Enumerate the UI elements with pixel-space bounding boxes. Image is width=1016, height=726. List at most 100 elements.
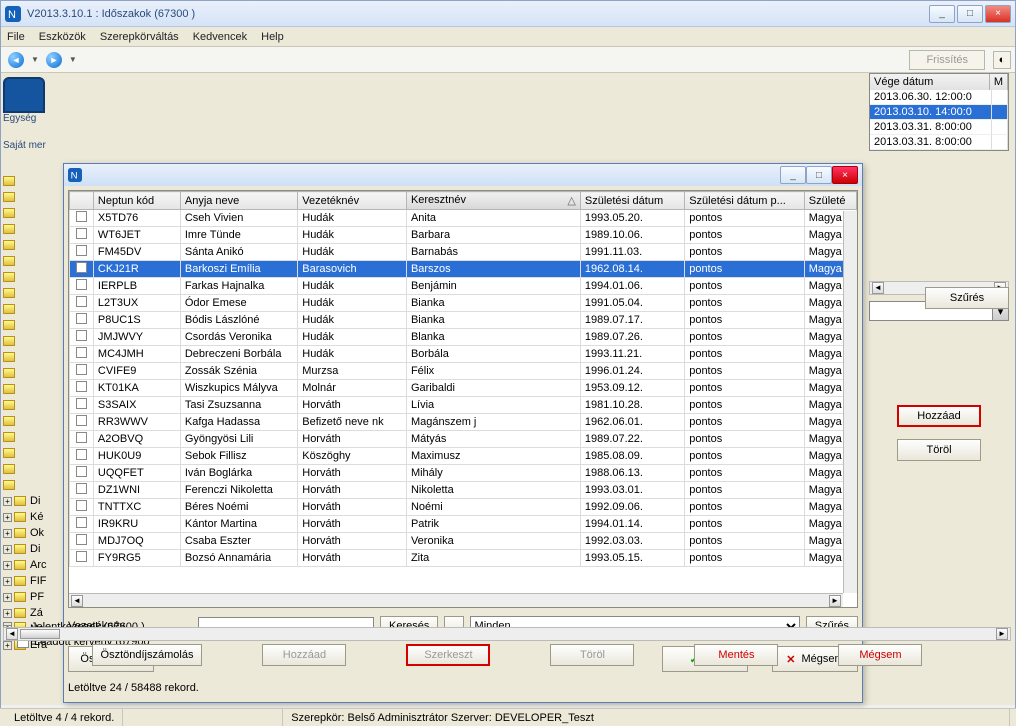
row-checkbox[interactable] <box>70 499 94 516</box>
grid-header[interactable]: Születési dátum p... <box>685 192 805 210</box>
row-checkbox[interactable] <box>70 227 94 244</box>
oszt-button[interactable]: Ösztöndíjszámolás <box>92 644 203 666</box>
table-row[interactable]: RR3WWVKafga HadassaBefizető neve nkMagán… <box>70 414 857 431</box>
row-checkbox[interactable] <box>70 533 94 550</box>
table-row[interactable]: IERPLBFarkas HajnalkaHudákBenjámin1994.0… <box>70 278 857 295</box>
table-row[interactable]: X5TD76Cseh VivienHudákAnita1993.05.20.po… <box>70 210 857 227</box>
periods-grid[interactable]: Vége dátum M 2013.06.30. 12:00:02013.03.… <box>869 73 1009 151</box>
row-checkbox[interactable] <box>70 482 94 499</box>
megsem-bottom-button[interactable]: Mégsem <box>838 644 922 666</box>
grid-header[interactable]: Anyja neve <box>180 192 297 210</box>
row-checkbox[interactable] <box>70 380 94 397</box>
grid-header[interactable] <box>70 192 94 210</box>
tree-expander[interactable]: + <box>3 609 12 618</box>
table-row[interactable]: S3SAIXTasi ZsuzsannaHorváthLívia1981.10.… <box>70 397 857 414</box>
nav-back-dd[interactable]: ▼ <box>31 55 39 64</box>
table-row[interactable]: CVIFE9Zossák SzéniaMurzsaFélix1996.01.24… <box>70 363 857 380</box>
nav-forward[interactable]: ► <box>43 50 65 70</box>
table-row[interactable]: FM45DVSánta AnikóHudákBarnabás1991.11.03… <box>70 244 857 261</box>
row-checkbox[interactable] <box>70 278 94 295</box>
row-checkbox[interactable] <box>70 448 94 465</box>
tree-item[interactable]: Zá <box>30 607 43 619</box>
refresh-button[interactable]: Frissítés <box>909 50 985 70</box>
dialog-maximize[interactable]: □ <box>806 166 832 184</box>
table-row[interactable]: A2OBVQGyöngyösi LiliHorváthMátyás1989.07… <box>70 431 857 448</box>
row-checkbox[interactable] <box>70 346 94 363</box>
grid-header[interactable]: Születési dátum <box>580 192 684 210</box>
row-checkbox[interactable] <box>70 465 94 482</box>
table-row[interactable]: P8UC1SBódis LászlónéHudákBianka1989.07.1… <box>70 312 857 329</box>
table-row[interactable]: FY9RG5Bozsó AnnamáriaHorváthZita1993.05.… <box>70 550 857 567</box>
table-row[interactable]: JMJWVYCsordás VeronikaHudákBlanka1989.07… <box>70 329 857 346</box>
tree-item[interactable]: Ok <box>30 527 44 539</box>
grid-header[interactable]: Keresztnév △ <box>406 192 580 210</box>
tree-expander[interactable]: + <box>3 529 12 538</box>
close-button[interactable]: × <box>985 5 1011 23</box>
scroll-left-icon[interactable]: ◄ <box>71 595 83 607</box>
table-row[interactable]: MC4JMHDebreczeni BorbálaHudákBorbála1993… <box>70 346 857 363</box>
row-checkbox[interactable] <box>70 261 94 278</box>
row-checkbox[interactable] <box>70 516 94 533</box>
szures-button[interactable]: Szűrés <box>925 287 1009 309</box>
minimize-button[interactable]: _ <box>929 5 955 23</box>
periods-row[interactable]: 2013.06.30. 12:00:0 <box>870 90 1008 105</box>
grid-header[interactable]: Születé <box>804 192 856 210</box>
grid-hscroll[interactable]: ◄ ► <box>69 593 843 607</box>
row-checkbox[interactable] <box>70 312 94 329</box>
hozzaad-bottom-button[interactable]: Hozzáad <box>262 644 346 666</box>
table-row[interactable]: L2T3UXÓdor EmeseHudákBianka1991.05.04.po… <box>70 295 857 312</box>
periods-row[interactable]: 2013.03.10. 14:00:0 <box>870 105 1008 120</box>
menu-file[interactable]: File <box>7 31 25 43</box>
tree-expander[interactable]: + <box>3 561 12 570</box>
torol-button[interactable]: Töröl <box>897 439 981 461</box>
periods-col-m[interactable]: M <box>990 74 1008 90</box>
row-checkbox[interactable] <box>70 295 94 312</box>
menu-eszkozok[interactable]: Eszközök <box>39 31 86 43</box>
menu-kedvencek[interactable]: Kedvencek <box>193 31 247 43</box>
tree-item[interactable]: FIF <box>30 575 47 587</box>
row-checkbox[interactable] <box>70 414 94 431</box>
nav-back[interactable]: ◄ <box>5 50 27 70</box>
tree-expander[interactable]: + <box>3 497 12 506</box>
people-grid[interactable]: Neptun kódAnyja neveVezetéknévKeresztnév… <box>68 190 858 608</box>
periods-row[interactable]: 2013.03.31. 8:00:00 <box>870 135 1008 150</box>
tree-item[interactable]: PF <box>30 591 44 603</box>
nav-tree[interactable]: +Di+Ké+Ok+Di+Arc+FIF+PF+Zá+Ne+Era <box>3 173 61 653</box>
tree-item[interactable]: Arc <box>30 559 47 571</box>
menu-help[interactable]: Help <box>261 31 284 43</box>
tree-expander[interactable]: + <box>3 513 12 522</box>
options-button[interactable]: ◐ <box>993 51 1011 69</box>
row-checkbox[interactable] <box>70 397 94 414</box>
table-row[interactable]: MDJ7OQCsaba EszterHorváthVeronika1992.03… <box>70 533 857 550</box>
tree-item[interactable]: Di <box>30 543 40 555</box>
main-hscroll[interactable]: ◄ ► <box>3 627 1011 641</box>
grid-header[interactable]: Vezetéknév <box>298 192 407 210</box>
table-row[interactable]: UQQFETIván BoglárkaHorváthMihály1988.06.… <box>70 465 857 482</box>
table-row[interactable]: DZ1WNIFerenczi NikolettaHorváthNikoletta… <box>70 482 857 499</box>
row-checkbox[interactable] <box>70 550 94 567</box>
szerkeszt-button[interactable]: Szerkeszt <box>406 644 490 666</box>
scroll-right-icon[interactable]: ► <box>829 595 841 607</box>
hozzaad-button[interactable]: Hozzáad <box>897 405 981 427</box>
dialog-minimize[interactable]: _ <box>780 166 806 184</box>
scroll-thumb[interactable] <box>20 629 60 639</box>
row-checkbox[interactable] <box>70 210 94 227</box>
scroll-left-icon[interactable]: ◄ <box>872 282 884 294</box>
table-row[interactable]: HUK0U9Sebok FilliszKöszöghyMaximusz1985.… <box>70 448 857 465</box>
nav-fwd-dd[interactable]: ▼ <box>69 55 77 64</box>
table-row[interactable]: CKJ21RBarkoszi EmíliaBarasovichBarszos19… <box>70 261 857 278</box>
periods-row[interactable]: 2013.03.31. 8:00:00 <box>870 120 1008 135</box>
table-row[interactable]: KT01KAWiszkupics MályvaMolnárGaribaldi19… <box>70 380 857 397</box>
mentes-button[interactable]: Mentés <box>694 644 778 666</box>
tree-expander[interactable]: + <box>3 577 12 586</box>
maximize-button[interactable]: □ <box>957 5 983 23</box>
scroll-right-icon[interactable]: ► <box>996 628 1008 640</box>
row-checkbox[interactable] <box>70 431 94 448</box>
row-checkbox[interactable] <box>70 244 94 261</box>
grid-header[interactable]: Neptun kód <box>93 192 180 210</box>
grid-vscroll[interactable] <box>843 211 857 593</box>
dialog-close[interactable]: × <box>832 166 858 184</box>
torol-bottom-button[interactable]: Töröl <box>550 644 634 666</box>
scroll-left-icon[interactable]: ◄ <box>6 628 18 640</box>
tree-item[interactable]: Ké <box>30 511 43 523</box>
